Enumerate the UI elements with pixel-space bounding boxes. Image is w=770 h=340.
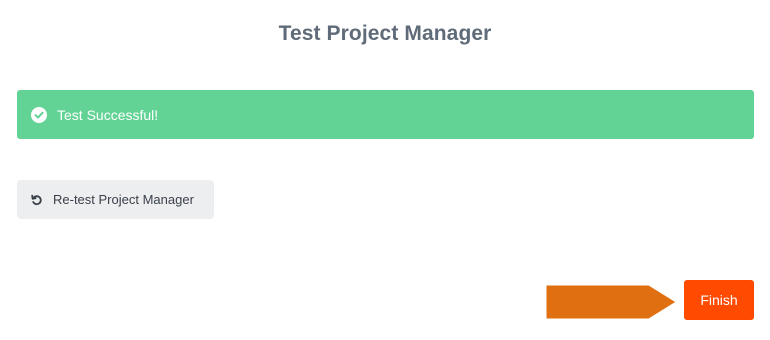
retry-icon — [31, 194, 42, 205]
arrow-pointer-icon — [543, 282, 680, 322]
finish-button[interactable]: Finish — [684, 280, 754, 320]
retest-button-label: Re-test Project Manager — [53, 192, 194, 207]
finish-button-label: Finish — [700, 292, 738, 308]
page-title: Test Project Manager — [278, 22, 492, 45]
success-banner: Test Successful! — [17, 90, 754, 139]
check-circle-icon — [31, 106, 47, 123]
success-message: Test Successful! — [57, 106, 159, 123]
test-step-page: Test Project Manager Test Successful! Re… — [0, 0, 770, 340]
retest-button[interactable]: Re-test Project Manager — [17, 180, 214, 219]
